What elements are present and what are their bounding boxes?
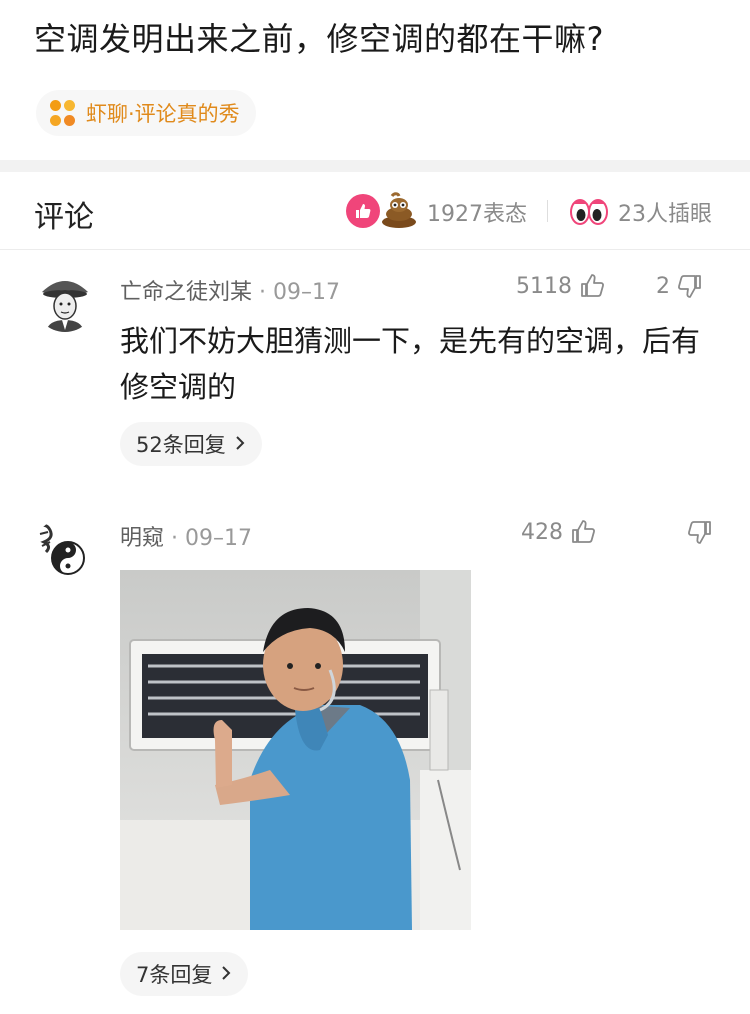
thumbs-up-reaction-icon	[346, 194, 380, 228]
section-divider	[0, 160, 750, 172]
dislike-button[interactable]	[680, 518, 714, 546]
replies-label: 52条回复	[136, 433, 226, 457]
channel-dots-icon	[50, 100, 76, 126]
like-count: 5118	[516, 273, 572, 299]
reaction-count[interactable]: 1927表态	[427, 196, 527, 228]
chevron-right-icon	[234, 432, 246, 456]
comment-meta: 亡命之徒刘某 · 09–17	[120, 274, 340, 306]
comment-date: · 09–17	[259, 280, 340, 305]
replies-label: 7条回复	[136, 963, 213, 987]
channel-chip[interactable]: 虾聊·评论真的秀	[36, 90, 256, 136]
avatar[interactable]	[34, 518, 96, 580]
header-divider	[547, 200, 548, 222]
thumbs-up-icon	[572, 520, 595, 543]
comment-photo[interactable]	[120, 570, 471, 930]
like-button[interactable]: 428	[521, 518, 597, 546]
comment-meta: 明窥 · 09–17	[120, 520, 252, 552]
question-title: 空调发明出来之前，修空调的都在干嘛?	[34, 20, 604, 58]
reaction-icons[interactable]	[346, 192, 418, 230]
thumbs-down-icon	[688, 521, 711, 544]
avatar[interactable]	[34, 270, 96, 332]
author-name[interactable]: 明窥	[120, 526, 164, 551]
comments-header: 评论 1927表态 23人插眼	[0, 172, 750, 250]
channel-label: 虾聊·评论真的秀	[86, 102, 240, 126]
view-replies-button[interactable]: 7条回复	[120, 952, 249, 996]
comment-date: · 09–17	[171, 526, 252, 551]
comments-heading: 评论	[34, 200, 94, 235]
eyes-count[interactable]: 23人插眼	[618, 196, 712, 228]
poop-reaction-icon	[380, 192, 418, 228]
eyes-icon[interactable]	[570, 198, 608, 226]
like-button[interactable]: 5118	[516, 272, 606, 300]
chevron-right-icon	[220, 962, 232, 986]
author-name[interactable]: 亡命之徒刘某	[120, 280, 252, 305]
thumbs-up-icon	[581, 274, 604, 297]
thumbs-down-icon	[678, 275, 701, 298]
comment-item: 亡命之徒刘某 · 09–17 5118 2 我们不妨大胆猜测一下，是先有的空调，…	[0, 266, 750, 476]
view-replies-button[interactable]: 52条回复	[120, 422, 262, 466]
comment-text: 我们不妨大胆猜测一下，是先有的空调，后有修空调的	[120, 324, 701, 404]
like-count: 428	[521, 519, 563, 545]
dislike-count: 2	[656, 273, 670, 299]
dislike-button[interactable]: 2	[656, 272, 704, 300]
